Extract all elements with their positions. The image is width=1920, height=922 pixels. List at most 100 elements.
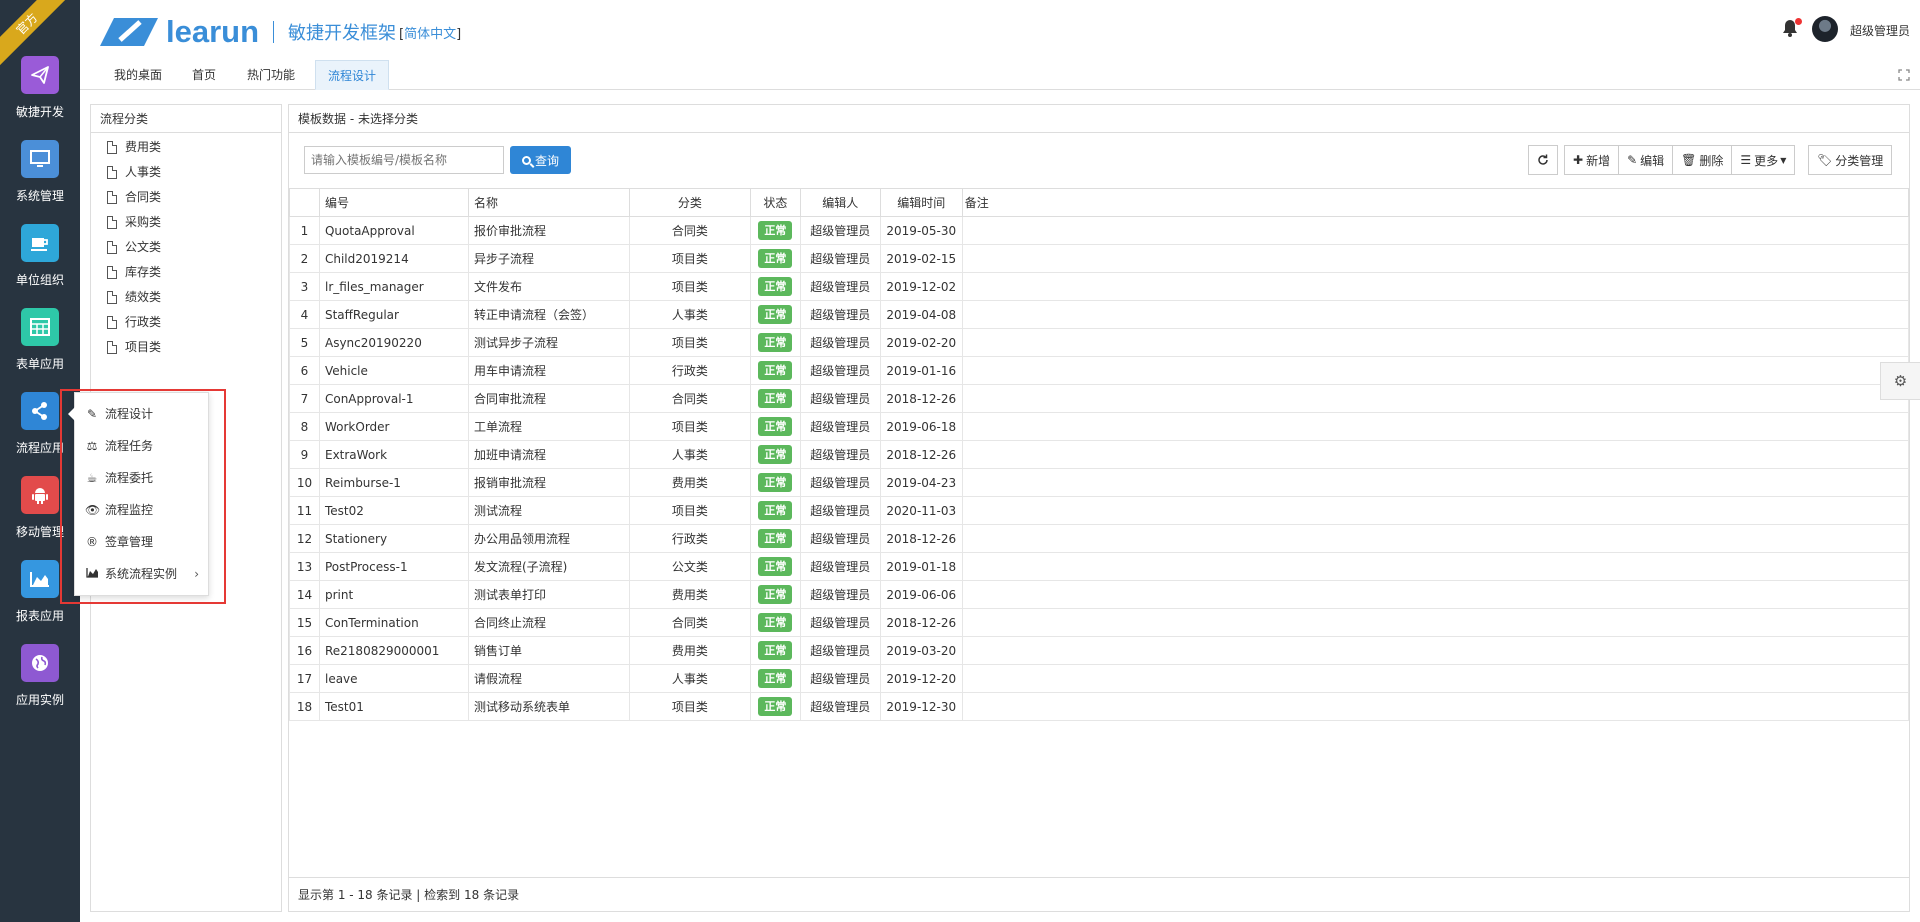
- time-cell: 2019-12-20: [879, 664, 963, 693]
- tab-bar: 我的桌面 首页 热门功能 流程设计: [80, 60, 1920, 90]
- username[interactable]: 超级管理员: [1850, 22, 1910, 39]
- refresh-icon: [1538, 154, 1548, 165]
- table-row[interactable]: 18 Test01 测试移动系统表单 项目类 正常 超级管理员 2019-12-30: [289, 692, 1910, 721]
- column-header[interactable]: 备注: [961, 188, 1910, 217]
- editor-cell: 超级管理员: [799, 636, 881, 665]
- menu-item-workflow-task[interactable]: ⚖ 流程任务: [85, 436, 203, 456]
- edit-button[interactable]: ✎ 编辑: [1618, 145, 1674, 175]
- table-row[interactable]: 8 WorkOrder 工单流程 项目类 正常 超级管理员 2019-06-18: [289, 412, 1910, 441]
- nav-item-system-manage[interactable]: 系统管理: [0, 140, 80, 224]
- row-number: 5: [289, 328, 320, 357]
- tree-item[interactable]: 绩效类: [107, 287, 161, 307]
- code-cell: Re2180829000001: [318, 636, 469, 665]
- tree-item[interactable]: 人事类: [107, 162, 161, 182]
- category-cell: 项目类: [628, 412, 751, 441]
- remark-cell: [961, 244, 1910, 273]
- tree-item[interactable]: 公文类: [107, 237, 161, 257]
- remark-cell: [961, 496, 1910, 525]
- row-number: 3: [289, 272, 320, 301]
- more-button[interactable]: ☰ 更多 ▼: [1731, 145, 1796, 175]
- tab-home[interactable]: 首页: [180, 60, 228, 90]
- table-row[interactable]: 11 Test02 测试流程 项目类 正常 超级管理员 2020-11-03: [289, 496, 1910, 525]
- table-row[interactable]: 1 QuotaApproval 报价审批流程 合同类 正常 超级管理员 2019-05-30: [289, 216, 1910, 245]
- fullscreen-icon[interactable]: [1898, 69, 1910, 81]
- bell-icon[interactable]: [1780, 18, 1802, 40]
- column-header[interactable]: 编辑人: [799, 188, 881, 217]
- refresh-button[interactable]: [1528, 145, 1558, 175]
- table-row[interactable]: 13 PostProcess-1 发文流程(子流程) 公文类 正常 超级管理员 2019-0…: [289, 552, 1910, 581]
- nav-item-mobile-manage[interactable]: 移动管理: [0, 476, 80, 560]
- nav-item-report-app[interactable]: 报表应用: [0, 560, 80, 644]
- delete-button[interactable]: 🗑 删除: [1672, 145, 1733, 175]
- menu-item-workflow-design[interactable]: ✎ 流程设计: [85, 404, 203, 424]
- search-input[interactable]: [304, 146, 504, 174]
- tab-hot-features[interactable]: 热门功能: [235, 60, 307, 90]
- menu-item-system-workflow-examples[interactable]: 系统流程实例 ›: [85, 564, 203, 584]
- table-row[interactable]: 16 Re2180829000001 销售订单 费用类 正常 超级管理员 2019-03-2…: [289, 636, 1910, 665]
- remark-cell: [961, 216, 1910, 245]
- nav-item-form-app[interactable]: 表单应用: [0, 308, 80, 392]
- tab-my-desktop[interactable]: 我的桌面: [102, 60, 174, 90]
- file-icon: [107, 215, 117, 229]
- remark-cell: [961, 608, 1910, 637]
- workflow-submenu: ✎ 流程设计 ⚖ 流程任务 ☕ 流程委托 👁 流程监控 ® 签章管理 系统流程实例 ›: [68, 392, 209, 596]
- table-row[interactable]: 14 print 测试表单打印 费用类 正常 超级管理员 2019-06-06: [289, 580, 1910, 609]
- remark-cell: [961, 636, 1910, 665]
- table-row[interactable]: 17 leave 请假流程 人事类 正常 超级管理员 2019-12-20: [289, 664, 1910, 693]
- plus-icon: ✚: [1573, 153, 1584, 167]
- tree-item-label: 项目类: [125, 340, 162, 354]
- tab-workflow-design[interactable]: 流程设计: [315, 60, 390, 90]
- table-row[interactable]: 15 ConTermination 合同终止流程 合同类 正常 超级管理员 2018-12-…: [289, 608, 1910, 637]
- tree-item[interactable]: 采购类: [107, 212, 161, 232]
- category-panel-title: 流程分类: [91, 105, 281, 133]
- status-badge: 正常: [758, 361, 793, 380]
- nav-item-org-unit[interactable]: 单位组织: [0, 224, 80, 308]
- nav-item-agile-dev[interactable]: 敏捷开发: [0, 56, 80, 140]
- tree-item[interactable]: 合同类: [107, 187, 161, 207]
- status-badge: 正常: [758, 557, 793, 576]
- table-row[interactable]: 4 StaffRegular 转正申请流程（会签） 人事类 正常 超级管理员 2019-04…: [289, 300, 1910, 329]
- table-row[interactable]: 10 Reimburse-1 报销审批流程 费用类 正常 超级管理员 2019-04-23: [289, 468, 1910, 497]
- table-row[interactable]: 9 ExtraWork 加班申请流程 人事类 正常 超级管理员 2018-12-26: [289, 440, 1910, 469]
- tree-item[interactable]: 项目类: [107, 337, 161, 357]
- nav-label: 敏捷开发: [15, 105, 64, 119]
- add-button[interactable]: ✚ 新增: [1564, 145, 1620, 175]
- status-badge: 正常: [758, 473, 793, 492]
- nav-item-app-examples[interactable]: 应用实例: [0, 644, 80, 728]
- row-number: 8: [289, 412, 320, 441]
- category-manage-button[interactable]: 🏷 分类管理: [1808, 145, 1893, 175]
- nav-label: 应用实例: [15, 693, 64, 707]
- name-cell: 报销审批流程: [467, 468, 630, 497]
- column-header[interactable]: 状态: [749, 188, 801, 217]
- table-row[interactable]: 7 ConApproval-1 合同审批流程 合同类 正常 超级管理员 2018-12-26: [289, 384, 1910, 413]
- menu-item-workflow-delegate[interactable]: ☕ 流程委托: [85, 468, 203, 488]
- column-header[interactable]: 编号: [318, 188, 469, 217]
- column-header[interactable]: 编辑时间: [879, 188, 963, 217]
- registered-icon: ®: [86, 535, 98, 549]
- nav-item-workflow-app[interactable]: 流程应用: [0, 392, 80, 476]
- status-cell: 正常: [749, 244, 801, 273]
- table-row[interactable]: 5 Async20190220 测试异步子流程 项目类 正常 超级管理员 2019-02-2…: [289, 328, 1910, 357]
- tree-item[interactable]: 行政类: [107, 312, 161, 332]
- table-row[interactable]: 12 Stationery 办公用品领用流程 行政类 正常 超级管理员 2018-12-26: [289, 524, 1910, 553]
- category-cell: 人事类: [628, 440, 751, 469]
- table-row[interactable]: 2 Child2019214 异步子流程 项目类 正常 超级管理员 2019-02-15: [289, 244, 1910, 273]
- name-cell: 测试异步子流程: [467, 328, 630, 357]
- menu-item-workflow-monitor[interactable]: 👁 流程监控: [85, 500, 203, 520]
- time-cell: 2018-12-26: [879, 524, 963, 553]
- menu-item-signature-manage[interactable]: ® 签章管理: [85, 532, 203, 552]
- menu-item-label: 流程委托: [105, 471, 154, 485]
- tags-icon: 🏷: [1817, 153, 1833, 167]
- settings-gear-icon[interactable]: ⚙: [1880, 362, 1920, 400]
- query-button[interactable]: 查询: [510, 146, 571, 174]
- tree-item[interactable]: 库存类: [107, 262, 161, 282]
- remark-cell: [961, 356, 1910, 385]
- editor-cell: 超级管理员: [799, 608, 881, 637]
- language-switch[interactable]: [简体中文]: [399, 23, 461, 42]
- column-header[interactable]: 名称: [467, 188, 630, 217]
- table-row[interactable]: 6 Vehicle 用车申请流程 行政类 正常 超级管理员 2019-01-16: [289, 356, 1910, 385]
- avatar[interactable]: [1812, 16, 1838, 42]
- table-row[interactable]: 3 lr_files_manager 文件发布 项目类 正常 超级管理员 2019-12-0…: [289, 272, 1910, 301]
- column-header[interactable]: 分类: [628, 188, 751, 217]
- tree-item[interactable]: 费用类: [107, 137, 161, 157]
